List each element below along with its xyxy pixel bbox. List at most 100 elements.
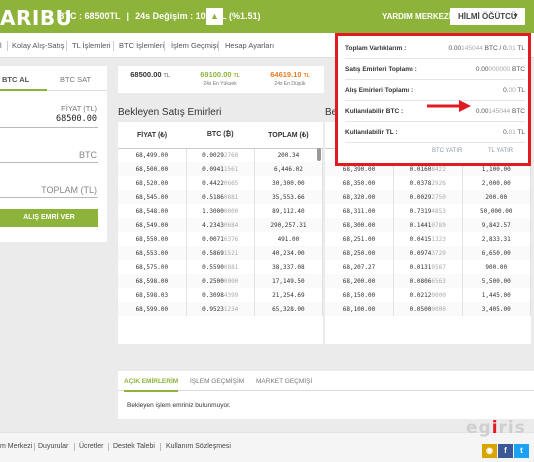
row-btc: 0.00292768 <box>186 148 255 162</box>
col-btc[interactable]: BTC (₿) <box>186 122 255 149</box>
row-total: 38,337.08 <box>254 260 323 274</box>
row-total: 65,328.00 <box>254 302 323 316</box>
price-input[interactable]: 68500.00 <box>56 114 97 124</box>
row-price: 68,251.00 <box>325 232 394 246</box>
deposit-btc-button[interactable]: BTC YATIR <box>432 148 462 154</box>
nav-tab-settings[interactable]: Hesap Ayarları <box>225 41 274 50</box>
table-row[interactable]: 68,598.00 0.25000000 17,149.50 <box>118 274 323 288</box>
balance-value: 0.00145044 BTC <box>475 108 525 115</box>
row-btc: 0.01319587 <box>393 260 463 274</box>
scrollbar[interactable] <box>317 148 321 161</box>
row-total: 200.00 <box>462 190 531 204</box>
footer-link-fees[interactable]: Ücretler <box>79 443 104 450</box>
row-price: 68,200.00 <box>325 274 394 288</box>
col-total[interactable]: TOPLAM (₺) <box>254 122 323 149</box>
footer-link-support[interactable]: Destek Talebi <box>113 443 155 450</box>
row-total: 5,500.00 <box>462 274 531 288</box>
row-btc: 0.00292750 <box>393 190 463 204</box>
table-row[interactable]: 68,150.00 0.02120000 1,445.00 <box>325 288 531 302</box>
row-btc: 0.55900881 <box>186 260 255 274</box>
balance-label: Alış Emirleri Toplamı : <box>345 87 414 94</box>
footer-link-news[interactable]: Duyurular <box>38 443 68 450</box>
market-stats: 68500.00 TL 69100.00 TL 24s En Yüksek 64… <box>118 66 324 93</box>
nav-tab-cut[interactable]: l <box>0 41 2 50</box>
table-row[interactable]: 68,575.00 0.55900881 38,337.08 <box>118 260 323 274</box>
balance-row-sell-orders-total: Satış Emirleri Toplamı : 0.00000000 BTC <box>345 59 525 80</box>
tab-open-orders[interactable]: AÇIK EMİRLERİM <box>124 378 179 392</box>
amount-input[interactable]: BTC <box>79 150 97 160</box>
stat-low: 64619.10 TL 24s En Düşük <box>260 70 320 87</box>
row-price: 68,553.00 <box>118 246 187 260</box>
rss-icon[interactable]: ◉ <box>482 444 497 458</box>
row-price: 68,520.00 <box>118 176 187 190</box>
row-btc: 0.09743720 <box>393 246 463 260</box>
row-total: 6,446.02 <box>254 162 323 176</box>
balance-row-buy-orders-total: Alış Emirleri Toplamı : 0.00 TL <box>345 80 525 101</box>
total-input[interactable]: TOPLAM (TL) <box>41 185 97 195</box>
table-row[interactable]: 68,599.00 0.95231234 65,328.00 <box>118 302 323 316</box>
row-price: 68,311.00 <box>325 204 394 218</box>
deposit-tl-button[interactable]: TL YATIR <box>488 148 513 154</box>
price-label: FİYAT (TL) <box>61 104 97 113</box>
row-btc: 0.09411561 <box>186 162 255 176</box>
user-menu-button[interactable]: HİLMİ ÖĞÜTCÜ ▼ <box>450 8 525 25</box>
nav-tab-btc[interactable]: BTC İşlemleri <box>119 41 164 50</box>
balance-label: Toplam Varlıklarım : <box>345 45 407 52</box>
table-row[interactable]: 68,311.00 0.73194853 50,000.00 <box>325 204 531 218</box>
balance-label: Kullanılabilir TL : <box>345 129 398 136</box>
tab-market-history[interactable]: MARKET GEÇMİŞİ <box>256 378 312 385</box>
nav-tab-easy-trade[interactable]: Kolay Alış-Satış <box>12 41 65 50</box>
place-buy-order-button[interactable]: ALIŞ EMRİ VER <box>0 209 98 227</box>
price-ticker: BTC : 68500TL | 24s Değişim : 1020TL (%1.5… <box>58 11 261 21</box>
row-btc: 0.73194853 <box>393 204 463 218</box>
table-row[interactable]: 68,500.00 0.09411561 6,446.02 <box>118 162 323 176</box>
table-row[interactable]: 68,548.00 1.30000000 89,112.40 <box>118 204 323 218</box>
balance-value: 0.01 TL <box>503 129 525 136</box>
nav-tab-history[interactable]: İşlem Geçmişi <box>171 41 218 50</box>
tab-buy-btc[interactable]: BTC AL <box>0 66 47 91</box>
user-name: HİLMİ ÖĞÜTCÜ <box>458 12 517 21</box>
col-price[interactable]: FİYAT (₺) <box>118 122 187 149</box>
table-row[interactable]: 68,250.00 0.09743720 6,650.00 <box>325 246 531 260</box>
table-row[interactable]: 68,350.00 0.03782926 2,000.00 <box>325 176 531 190</box>
chevron-up-icon[interactable]: ▲ <box>206 8 223 25</box>
row-price: 68,499.00 <box>118 148 187 162</box>
high-label: 24s En Yüksek <box>203 81 237 87</box>
tab-sell-btc[interactable]: BTC SAT <box>60 75 91 84</box>
row-price: 68,207.27 <box>325 260 394 274</box>
nav-tab-tl[interactable]: TL İşlemleri <box>72 41 110 50</box>
row-btc: 0.51860881 <box>186 190 255 204</box>
price-change: 24s Değişim : 1020TL (%1.51) <box>135 11 261 21</box>
table-row[interactable]: 68,553.00 0.58691521 40,234.00 <box>118 246 323 260</box>
table-row[interactable]: 68,598.03 0.30984399 21,254.69 <box>118 288 323 302</box>
row-total: 3,405.00 <box>462 302 531 316</box>
twitter-icon[interactable]: t <box>514 444 529 458</box>
table-row[interactable]: 68,300.00 0.14410789 9,842.57 <box>325 218 531 232</box>
footer-link-terms[interactable]: Kullanım Sözleşmesi <box>166 443 231 450</box>
table-row[interactable]: 68,200.00 0.08066563 5,500.00 <box>325 274 531 288</box>
table-row[interactable]: 68,545.00 0.51860881 35,553.66 <box>118 190 323 204</box>
my-orders-panel: AÇIK EMİRLERİM İŞLEM GEÇMİŞİM MARKET GEÇ… <box>118 371 534 419</box>
brand-watermark: egiris <box>466 418 526 438</box>
row-btc: 0.02120000 <box>393 288 463 302</box>
table-row[interactable]: 68,520.00 0.44220665 30,300.00 <box>118 176 323 190</box>
help-center-link[interactable]: YARDIM MERKEZİ <box>382 12 451 21</box>
row-btc: 0.25000000 <box>186 274 255 288</box>
row-price: 68,575.00 <box>118 260 187 274</box>
row-btc: 0.58691521 <box>186 246 255 260</box>
table-row[interactable]: 68,550.00 0.00716376 491.00 <box>118 232 323 246</box>
table-row[interactable]: 68,251.00 0.04151323 2,833.31 <box>325 232 531 246</box>
table-row[interactable]: 68,549.00 4.23430684 290,257.31 <box>118 218 323 232</box>
table-row[interactable]: 68,100.00 0.05000000 3,405.00 <box>325 302 531 316</box>
table-row[interactable]: 68,320.00 0.00292750 200.00 <box>325 190 531 204</box>
balance-value: 0.00 TL <box>503 87 525 94</box>
low-price: 64619.10 <box>270 70 302 79</box>
table-row[interactable]: 68,207.27 0.01319587 900.00 <box>325 260 531 274</box>
row-btc: 0.08066563 <box>393 274 463 288</box>
table-row[interactable]: 68,499.00 0.00292768 200.34 <box>118 148 323 162</box>
row-price: 68,300.00 <box>325 218 394 232</box>
footer-link-help[interactable]: m Merkezi <box>0 443 32 450</box>
row-btc: 0.05000000 <box>393 302 463 316</box>
facebook-icon[interactable]: f <box>498 444 513 458</box>
tab-trade-history[interactable]: İŞLEM GEÇMİŞİM <box>190 378 244 385</box>
